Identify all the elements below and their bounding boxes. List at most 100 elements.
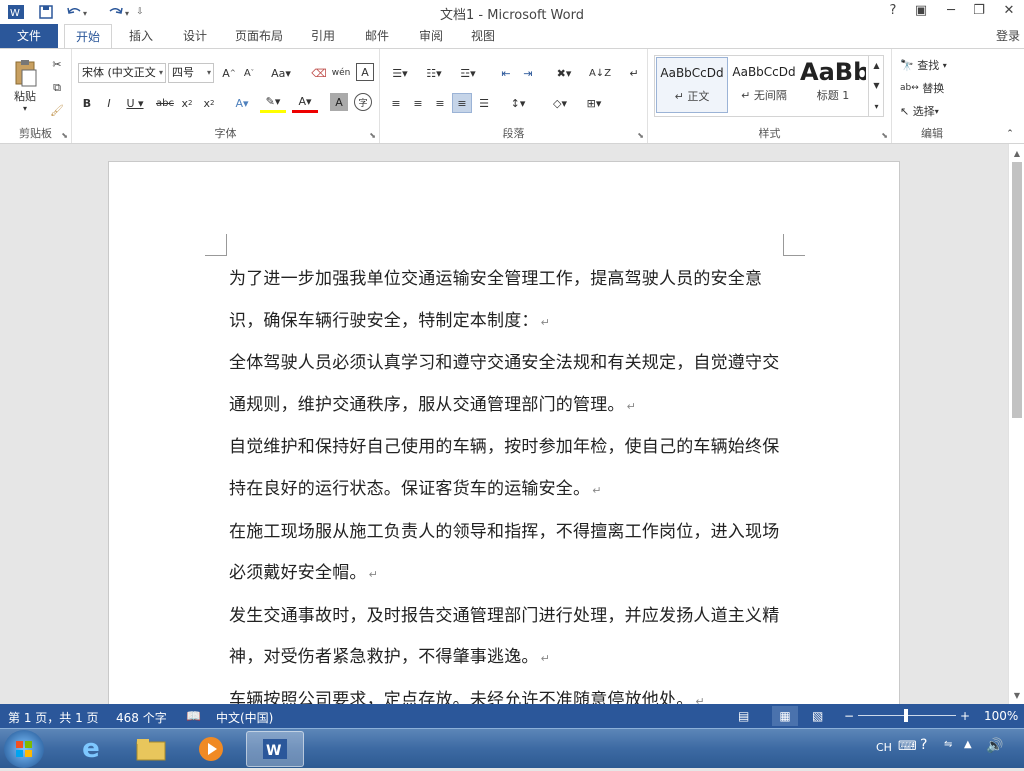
style-normal[interactable]: AaBbCcDd ↵ 正文 [656, 57, 728, 113]
tray-settings-icon[interactable]: ⇋ [944, 739, 952, 750]
sort-icon[interactable]: A↓Z [589, 63, 611, 83]
numbering-icon[interactable]: ☷▾ [420, 63, 448, 83]
copy-icon[interactable]: ⧉ [48, 79, 66, 97]
paragraph-launcher-icon[interactable]: ⬊ [637, 131, 644, 140]
tab-insert[interactable]: 插入 [124, 24, 158, 48]
font-color-icon[interactable]: A▾ [292, 93, 318, 113]
scroll-thumb[interactable] [1012, 162, 1022, 418]
styles-launcher-icon[interactable]: ⬊ [881, 131, 888, 140]
read-mode-icon[interactable]: ▤ [738, 709, 749, 723]
cut-icon[interactable]: ✂ [48, 55, 66, 73]
volume-icon[interactable]: 🔊 [986, 738, 1003, 754]
help-icon[interactable]: ? [882, 3, 904, 21]
start-button[interactable] [4, 730, 44, 768]
shrink-font-icon[interactable]: Aˇ [240, 63, 258, 83]
ribbon-display-icon[interactable]: ▣ [910, 3, 932, 21]
collapse-ribbon-icon[interactable]: ⌃ [1002, 127, 1018, 141]
find-button[interactable]: 🔭 查找 ▾ [900, 55, 966, 75]
increase-indent-icon[interactable]: ⇥ [518, 63, 538, 83]
chinese-layout-icon[interactable]: ✖▾ [550, 63, 578, 83]
tab-home[interactable]: 开始 [64, 24, 112, 49]
scroll-down-icon[interactable]: ▼ [1011, 688, 1023, 702]
paragraph[interactable]: 自觉维护和保持好自己使用的车辆，按时参加年检，使自己的车辆始终保持在良好的运行状… [229, 427, 789, 511]
paragraph[interactable]: 在施工现场服从施工负责人的领导和指挥，不得擅离工作岗位，进入现场必须戴好安全帽。… [229, 512, 789, 596]
text-effects-icon[interactable]: A▾ [230, 93, 254, 113]
subscript-button[interactable]: x2 [178, 93, 196, 113]
taskbar-word[interactable]: W [246, 731, 304, 767]
borders-icon[interactable]: ⊞▾ [580, 93, 608, 113]
phonetic-guide-icon[interactable]: wén [332, 63, 351, 83]
align-center-icon[interactable]: ≡ [408, 93, 428, 113]
language[interactable]: 中文(中国) [216, 709, 273, 726]
italic-button[interactable]: I [100, 93, 118, 113]
print-layout-icon[interactable]: ▦ [772, 706, 798, 726]
style-no-spacing[interactable]: AaBbCcDd ↵ 无间隔 [728, 57, 800, 113]
bold-button[interactable]: B [78, 93, 96, 113]
font-name-combo[interactable]: 宋体 (中文正文 ▾ [78, 63, 166, 83]
font-size-combo[interactable]: 四号 ▾ [168, 63, 214, 83]
enclose-char-icon[interactable]: 字 [354, 93, 372, 111]
taskbar-explorer[interactable] [122, 731, 180, 767]
char-border-icon[interactable]: A [356, 63, 374, 81]
show-hidden-icons[interactable]: ▲ [964, 739, 972, 750]
close-icon[interactable]: ✕ [998, 3, 1020, 21]
zoom-level[interactable]: 100% [984, 709, 1018, 723]
document-body[interactable]: 为了进一步加强我单位交通运输安全管理工作，提高驾驶人员的安全意识，确保车辆行驶安… [229, 259, 789, 704]
strikethrough-button[interactable]: abc [154, 93, 176, 113]
minimize-icon[interactable]: ─ [940, 3, 962, 21]
font-launcher-icon[interactable]: ⬊ [369, 131, 376, 140]
decrease-indent-icon[interactable]: ⇤ [496, 63, 516, 83]
help-tray-icon[interactable]: ? [920, 737, 927, 753]
underline-button[interactable]: U ▾ [122, 93, 148, 113]
line-spacing-icon[interactable]: ↕▾ [504, 93, 532, 113]
align-left-icon[interactable]: ≡ [386, 93, 406, 113]
show-marks-icon[interactable]: ↵ [624, 63, 644, 83]
zoom-thumb[interactable] [904, 709, 908, 722]
align-right-icon[interactable]: ≡ [430, 93, 450, 113]
grow-font-icon[interactable]: A ^ [220, 63, 238, 83]
format-painter-icon[interactable]: 🖌 [48, 101, 66, 119]
distributed-icon[interactable]: ☰ [474, 93, 494, 113]
select-button[interactable]: ↖ 选择 ▾ [900, 101, 966, 121]
bullets-icon[interactable]: ☰▾ [386, 63, 414, 83]
highlight-icon[interactable]: ✎▾ [260, 93, 286, 113]
styles-scroll-down-icon[interactable]: ▼ [868, 75, 884, 95]
tab-references[interactable]: 引用 [306, 24, 340, 48]
styles-scroll-up-icon[interactable]: ▲ [868, 55, 884, 75]
tab-review[interactable]: 审阅 [414, 24, 448, 48]
taskbar-media-player[interactable] [182, 731, 240, 767]
vertical-scrollbar[interactable]: ▲ ▼ [1008, 144, 1024, 704]
taskbar-ie[interactable]: e [62, 731, 120, 767]
ime-indicator[interactable]: CH [876, 741, 892, 754]
clear-format-icon[interactable]: ⌫ [310, 63, 328, 83]
word-count[interactable]: 468 个字 [116, 709, 167, 726]
multilevel-list-icon[interactable]: ☲▾ [454, 63, 482, 83]
replace-button[interactable]: ab↔ 替换 [900, 78, 966, 98]
tab-design[interactable]: 设计 [178, 24, 212, 48]
zoom-out-icon[interactable]: − [844, 709, 854, 723]
char-shading-icon[interactable]: A [330, 93, 348, 111]
styles-more-icon[interactable]: ▾ [868, 95, 884, 117]
paragraph[interactable]: 发生交通事故时，及时报告交通管理部门进行处理，并应发扬人道主义精神，对受伤者紧急… [229, 596, 789, 680]
restore-icon[interactable]: ❐ [968, 3, 990, 21]
paragraph[interactable]: 全体驾驶人员必须认真学习和遵守交通安全法规和有关规定，自觉遵守交通规则，维护交通… [229, 343, 789, 427]
superscript-button[interactable]: x2 [200, 93, 218, 113]
change-case-icon[interactable]: Aa▾ [268, 63, 294, 83]
tab-file[interactable]: 文件 [0, 24, 58, 48]
tab-mailings[interactable]: 邮件 [360, 24, 394, 48]
proofing-icon[interactable]: 📖 [186, 709, 201, 723]
paragraph[interactable]: 为了进一步加强我单位交通运输安全管理工作，提高驾驶人员的安全意识，确保车辆行驶安… [229, 259, 789, 343]
tab-page-layout[interactable]: 页面布局 [230, 24, 288, 48]
login-link[interactable]: 登录 [992, 24, 1024, 48]
document-page[interactable]: 为了进一步加强我单位交通运输安全管理工作，提高驾驶人员的安全意识，确保车辆行驶安… [108, 161, 900, 704]
page-count[interactable]: 第 1 页，共 1 页 [8, 709, 99, 726]
paragraph[interactable]: 车辆按照公司要求，定点存放。未经允许不准随意停放他处。 ↵ [229, 680, 789, 704]
keyboard-icon[interactable]: ⌨ [898, 739, 917, 754]
scroll-up-icon[interactable]: ▲ [1011, 146, 1023, 160]
style-heading-1[interactable]: AaBb 标题 1 [800, 57, 866, 113]
zoom-in-icon[interactable]: + [960, 709, 970, 723]
web-layout-icon[interactable]: ▧ [812, 709, 823, 723]
clipboard-launcher-icon[interactable]: ⬊ [61, 131, 68, 140]
tab-view[interactable]: 视图 [466, 24, 500, 48]
paste-button[interactable]: 粘贴 ▾ [6, 55, 44, 115]
